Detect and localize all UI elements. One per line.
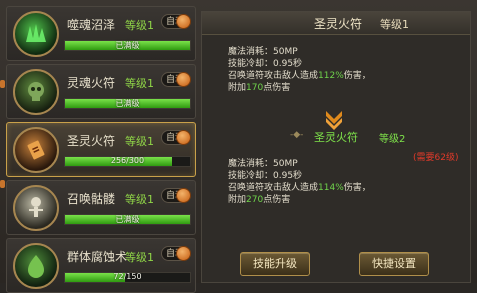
effect-description: 召唤道符攻击敌人造成114%伤害，: [228, 182, 371, 194]
progress-text: 256/300: [110, 156, 145, 165]
divider-ornament-icon: -◆-: [290, 130, 304, 140]
toggle-knob-icon: [176, 188, 191, 203]
effect-description: 召唤道符攻击敌人造成112%伤害，: [228, 70, 371, 82]
detail-header: 圣灵火符 等级1: [202, 12, 470, 35]
progress-text: 72/150: [113, 272, 142, 281]
damage-percent: 114%: [318, 183, 344, 193]
bonus-text: 点伤害: [263, 195, 291, 205]
skill-row[interactable]: 群体腐蚀术 等级1 自动 72/150: [6, 238, 196, 293]
current-level-info: 魔法消耗：50MP 技能冷却：0.95秒 召唤道符攻击敌人造成112%伤害， 附…: [228, 46, 371, 94]
mana-cost: 魔法消耗：50MP: [228, 159, 298, 169]
desc-text: 伤害，: [343, 71, 371, 81]
toggle-knob-icon: [176, 246, 191, 261]
skill-level: 等级1: [125, 193, 154, 206]
skill-progress-bar: 已满级: [64, 214, 191, 225]
skill-name: 圣灵火符: [67, 134, 116, 148]
bonus-damage: 附加170点伤害: [228, 82, 371, 94]
upgrade-skill-button[interactable]: 技能升级: [240, 252, 310, 276]
skill-row[interactable]: 噬魂沼泽 等级1 自动 已满级: [6, 6, 196, 61]
auto-toggle[interactable]: 自动: [161, 188, 191, 203]
auto-toggle[interactable]: 自动: [161, 72, 191, 87]
bonus-value: 170: [246, 83, 264, 93]
skill-list: 噬魂沼泽 等级1 自动 已满级 灵魂火符 等级1 自动 已满级 圣灵火符 等级1…: [6, 6, 196, 293]
skill-row-selected[interactable]: 圣灵火符 等级1 自动 256/300: [6, 122, 196, 177]
skill-progress-bar: 72/150: [64, 272, 191, 283]
auto-toggle[interactable]: 自动: [161, 130, 191, 145]
mana-cost: 魔法消耗：50MP: [228, 47, 298, 57]
skill-progress-bar: 已满级: [64, 40, 191, 51]
skill-detail-panel: 圣灵火符 等级1 魔法消耗：50MP 技能冷却：0.95秒 召唤道符攻击敌人造成…: [201, 11, 471, 283]
level-requirement: (需要62级): [413, 153, 459, 163]
skill-level: 等级1: [125, 135, 154, 148]
bonus-damage: 附加270点伤害: [228, 194, 371, 206]
progress-text: 已满级: [115, 99, 140, 108]
detail-skill-level: 等级1: [380, 18, 409, 31]
bonus-value: 270: [246, 195, 264, 205]
bonus-text: 附加: [228, 83, 247, 93]
progress-text: 已满级: [115, 41, 140, 50]
skill-level: 等级1: [125, 77, 154, 90]
skill-row[interactable]: 召唤骷髅 等级1 自动 已满级: [6, 180, 196, 235]
skill-name: 灵魂火符: [67, 76, 116, 90]
auto-toggle[interactable]: 自动: [161, 246, 191, 261]
skill-name: 群体腐蚀术: [67, 250, 128, 264]
game-window: 噬魂沼泽 等级1 自动 已满级 灵魂火符 等级1 自动 已满级 圣灵火符 等级1…: [0, 0, 477, 293]
skill-name: 召唤骷髅: [67, 192, 116, 206]
skill-progress-bar: 已满级: [64, 98, 191, 109]
bonus-text: 附加: [228, 195, 247, 205]
next-skill-name: 圣灵火符: [314, 131, 358, 144]
desc-text: 伤害，: [343, 183, 371, 193]
detail-skill-name: 圣灵火符: [314, 17, 363, 31]
skill-level: 等级1: [125, 19, 154, 32]
desc-text: 召唤道符攻击敌人造成: [228, 71, 319, 81]
toggle-knob-icon: [176, 72, 191, 87]
skeleton-icon: [13, 185, 59, 231]
auto-toggle[interactable]: 自动: [161, 14, 191, 29]
skill-name: 噬魂沼泽: [67, 18, 116, 32]
scroll-marker-icon: [0, 180, 5, 188]
swamp-icon: [13, 11, 59, 57]
bonus-text: 点伤害: [263, 83, 291, 93]
next-skill-level: 等级2: [379, 134, 406, 145]
skill-row[interactable]: 灵魂火符 等级1 自动 已满级: [6, 64, 196, 119]
skill-level: 等级1: [125, 251, 154, 264]
damage-percent: 112%: [318, 71, 344, 81]
toggle-knob-icon: [176, 14, 191, 29]
cooldown: 技能冷却：0.95秒: [228, 59, 303, 69]
desc-text: 召唤道符攻击敌人造成: [228, 183, 319, 193]
cooldown: 技能冷却：0.95秒: [228, 171, 303, 181]
skull-icon: [13, 69, 59, 115]
scroll-marker-icon: [0, 80, 5, 88]
toggle-knob-icon: [176, 130, 191, 145]
shortcut-settings-button[interactable]: 快捷设置: [359, 252, 429, 276]
fire-talisman-icon: [13, 127, 59, 173]
upgrade-arrow-icon: [326, 111, 342, 130]
progress-text: 已满级: [115, 215, 140, 224]
corrosion-icon: [13, 243, 59, 289]
skill-progress-bar: 256/300: [64, 156, 191, 167]
next-level-info: 魔法消耗：50MP 技能冷却：0.95秒 召唤道符攻击敌人造成114%伤害， 附…: [228, 158, 371, 206]
